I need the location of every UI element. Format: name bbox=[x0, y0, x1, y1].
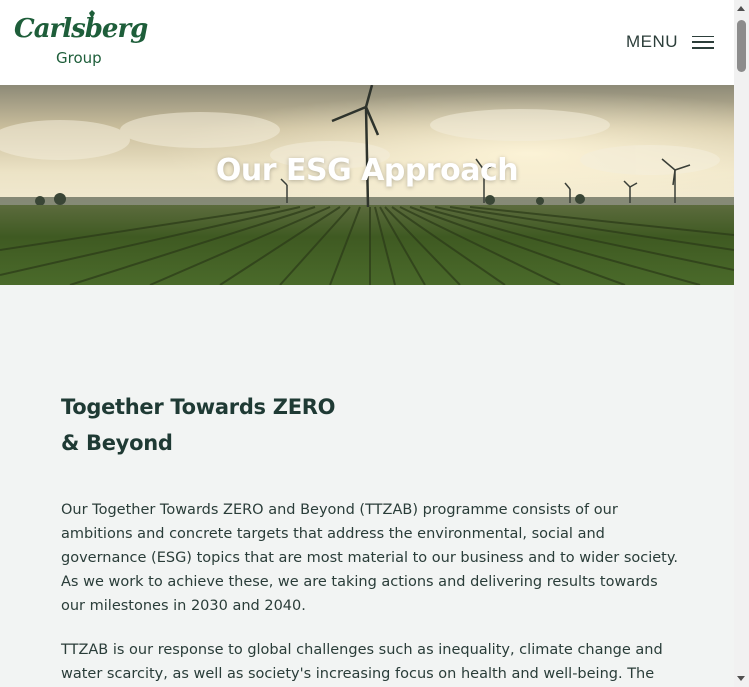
scrollbar-thumb[interactable] bbox=[737, 20, 746, 72]
arrow-up-icon[interactable] bbox=[737, 6, 745, 11]
second-paragraph: TTZAB is our response to global challeng… bbox=[61, 642, 663, 682]
hamburger-icon bbox=[692, 35, 714, 49]
hop-leaf-icon bbox=[89, 10, 95, 19]
menu-label: MENU bbox=[625, 32, 678, 51]
logo-wordmark: Carlsberg bbox=[14, 14, 148, 44]
section-heading: Together Towards ZERO & Beyond bbox=[61, 389, 461, 461]
section-heading-line2: & Beyond bbox=[61, 431, 173, 455]
carlsberg-logo[interactable]: Carlsberg Group bbox=[14, 10, 148, 70]
arrow-down-icon[interactable] bbox=[737, 676, 745, 681]
intro-paragraph: Our Together Towards ZERO and Beyond (TT… bbox=[61, 502, 678, 614]
hero-banner: Our ESG Approach bbox=[0, 85, 734, 285]
site-header: Carlsberg Group MENU bbox=[0, 0, 734, 85]
vertical-scrollbar[interactable] bbox=[734, 0, 749, 687]
logo-group-text: Group bbox=[56, 49, 102, 67]
menu-button[interactable]: MENU bbox=[626, 32, 714, 52]
section-heading-line1: Together Towards ZERO bbox=[61, 395, 336, 419]
page-title: Our ESG Approach bbox=[215, 153, 519, 188]
